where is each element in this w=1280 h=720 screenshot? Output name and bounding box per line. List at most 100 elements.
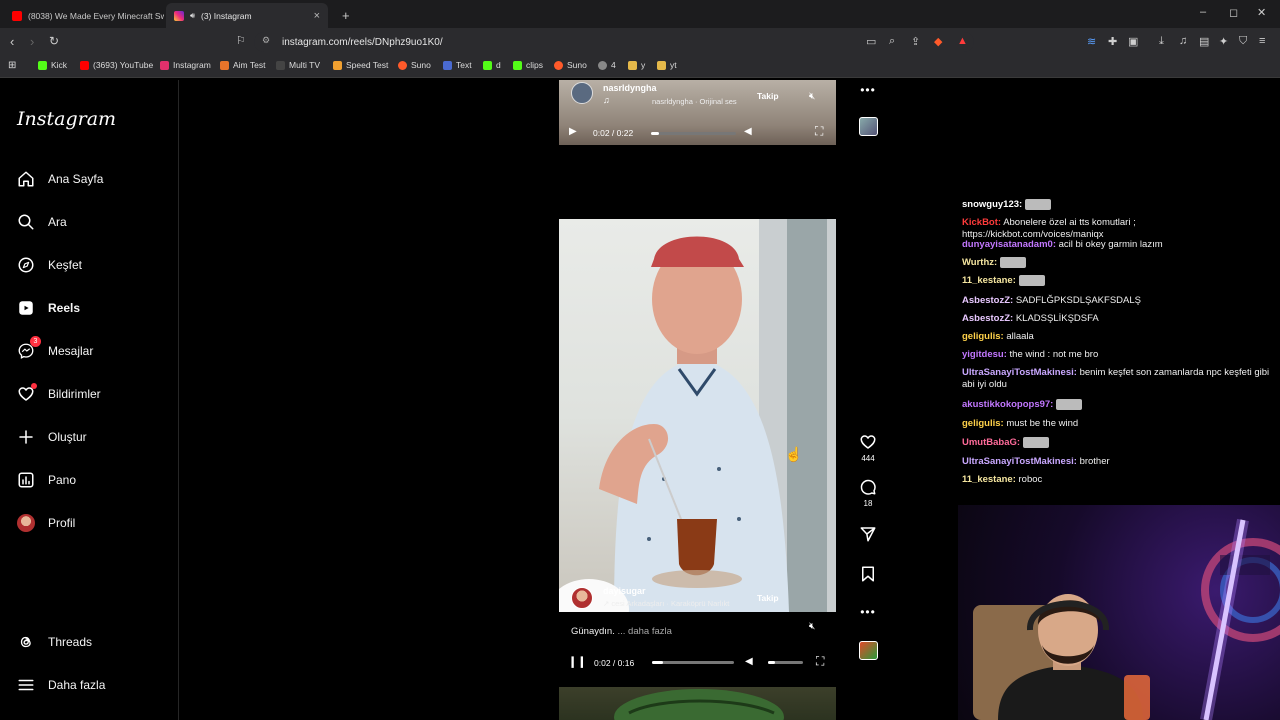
bookmark-suno-2[interactable]: Suno [554,60,587,70]
like-count[interactable]: 444 [861,454,874,463]
nav-messages[interactable]: 3 Mesajlar [16,336,93,361]
more-options-icon[interactable]: ••• [860,83,876,97]
download-icon[interactable]: ⤓ [1159,35,1164,48]
chat-username[interactable]: 11_kestane: [962,275,1016,286]
comment-button[interactable] [859,478,877,498]
comment-count[interactable]: 18 [864,499,873,508]
minimize-button[interactable]: – [1200,6,1206,18]
reel-previous[interactable]: nasrldyngha ♫ nasrldyngha · Orijinal ses… [559,80,836,145]
chat-username[interactable]: yigitdesu: [962,349,1007,360]
bookmark-kick[interactable]: Kick [38,60,67,70]
chat-username[interactable]: UltraSanayiTostMakinesi: [962,456,1077,467]
site-settings-icon[interactable]: ⚙ [262,35,270,46]
bookmark-aim-test[interactable]: Aim Test [220,60,265,70]
close-window-button[interactable]: ✕ [1257,6,1266,19]
play-icon[interactable]: ▶ [569,126,577,137]
nav-notifications[interactable]: Bildirimler [16,383,101,404]
chat-username[interactable]: KickBot: [962,217,1001,228]
reel-username[interactable]: dayisugar [603,586,646,596]
reel-avatar[interactable] [571,82,593,104]
nav-profile[interactable]: Profil [16,513,75,533]
browser-tab-instagram[interactable]: 🔊︎ (3) Instagram × [166,3,328,28]
bookmark-folder-y[interactable]: y [628,60,645,70]
maximize-button[interactable]: ◻ [1229,6,1238,19]
volume-icon[interactable]: ◀ [745,656,753,667]
nav-more[interactable]: Daha fazla [16,675,105,695]
brave-shield-icon[interactable]: ◆ [934,35,942,48]
follow-button[interactable]: Takip [757,91,779,101]
share-button[interactable] [859,525,877,545]
chat-username[interactable]: geligulis: [962,331,1004,342]
reel-video-frame[interactable] [559,219,836,612]
bookmark-multi-tv[interactable]: Multi TV [276,60,320,70]
bookmark-suno[interactable]: Suno [398,60,431,70]
reel-current[interactable]: dayisugar ↗ cesi Arkadaşları · Karaköprü… [559,219,836,612]
chat-username[interactable]: snowguy123: [962,199,1022,210]
audio-thumbnail[interactable] [858,641,878,660]
reload-icon[interactable]: ↻ [49,34,59,48]
back-icon[interactable]: ‹ [10,34,14,49]
nav-explore[interactable]: Keşfet [16,255,82,275]
volume-slider[interactable] [768,661,803,664]
progress-bar[interactable] [652,661,734,664]
chat-username[interactable]: UmutBabaG: [962,437,1020,448]
bookmark-icon[interactable]: ⚐ [236,34,246,47]
bookmark-d[interactable]: d [483,60,501,70]
chat-username[interactable]: dunyayisatanadam0: [962,239,1056,250]
brave-rewards-icon[interactable]: ▲ [957,35,968,47]
apps-grid-icon[interactable]: ⊞ [8,60,16,71]
save-button[interactable] [860,565,876,585]
nav-reels[interactable]: Reels [16,298,80,318]
show-more-link[interactable]: ... daha fazla [617,626,671,637]
sidebar-icon[interactable]: ▣ [1128,35,1138,48]
extensions-icon[interactable]: ✚ [1108,35,1117,48]
nav-threads[interactable]: Threads [16,632,92,652]
zoom-icon[interactable]: ⌕ [889,35,895,48]
audio-thumbnail[interactable] [858,117,878,136]
mute-icon[interactable]: 🔇︎ [809,621,815,632]
screen-icon[interactable]: ▭ [866,35,876,48]
bookmark-youtube[interactable]: (3693) YouTube [80,60,153,70]
chat-username[interactable]: Wurthz: [962,257,997,268]
chat-username[interactable]: 11_kestane: [962,474,1016,485]
forward-icon[interactable]: › [30,34,34,49]
chat-username[interactable]: UltraSanayiTostMakinesi: [962,367,1077,378]
mute-icon[interactable]: 🔇︎ [809,91,815,102]
browser-tab-youtube[interactable]: (8038) We Made Every Minecraft Sw... [4,3,164,28]
bookmark-instagram[interactable]: Instagram [160,60,211,70]
bookmark-clips[interactable]: clips [513,60,543,70]
vpn-icon[interactable]: ⛉ [1239,35,1247,48]
share-icon[interactable]: ⇪ [911,35,920,48]
reel-avatar[interactable] [571,587,593,609]
reel-next[interactable] [559,687,836,720]
new-tab-button[interactable]: + [334,3,354,28]
follow-button[interactable]: Takip [757,593,779,603]
chat-username[interactable]: akustikkokopops97: [962,399,1053,410]
chat-username[interactable]: AsbestozZ: [962,295,1013,306]
bookmark-4[interactable]: 4 [598,60,616,70]
wallet-icon[interactable]: ▤ [1199,35,1209,48]
bookmark-speed-test[interactable]: Speed Test [333,60,388,70]
bookmark-folder-yt[interactable]: yt [657,60,677,70]
nav-home[interactable]: Ana Sayfa [16,169,103,189]
fullscreen-icon[interactable]: ⛶ [815,124,823,139]
reel-audio[interactable]: nasrldyngha · Orijinal ses [652,97,737,106]
like-button[interactable] [859,433,877,453]
instagram-logo[interactable]: Instagram [17,108,116,130]
nav-dashboard[interactable]: Pano [16,470,76,490]
wifi-icon[interactable]: ≋ [1087,35,1096,48]
progress-bar[interactable] [651,132,736,135]
menu-icon[interactable]: ≡ [1259,35,1265,47]
chat-username[interactable]: AsbestozZ: [962,313,1013,324]
leo-ai-icon[interactable]: ✦ [1219,35,1228,48]
fullscreen-icon[interactable]: ⛶ [816,654,824,669]
bookmark-text[interactable]: Text [443,60,472,70]
reel-audio[interactable]: ↗ cesi Arkadaşları · Karaköprü Narlıkt [603,599,729,608]
volume-icon[interactable]: ◀ [744,126,752,137]
chat-username[interactable]: geligulis: [962,418,1004,429]
reel-caption[interactable]: Günaydın. ... daha fazla [571,626,672,637]
tab-close-icon[interactable]: × [314,10,320,22]
nav-search[interactable]: Ara [16,212,67,232]
more-options-icon[interactable]: ••• [860,605,876,619]
music-icon[interactable]: ♫ [1179,35,1187,47]
